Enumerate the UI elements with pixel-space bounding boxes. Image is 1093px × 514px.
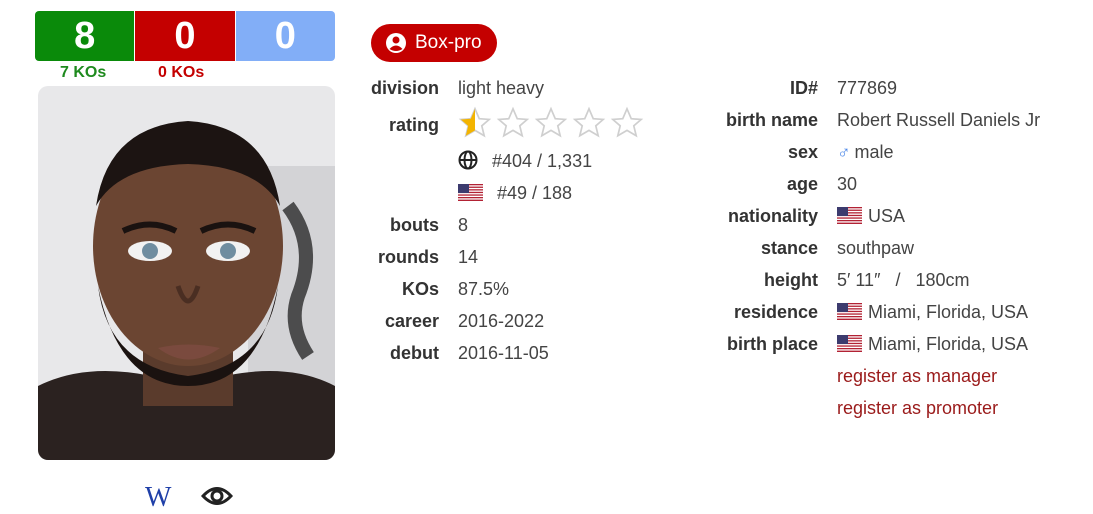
win-kos: 7 KOs: [60, 64, 107, 81]
losses-count: 0: [134, 11, 235, 61]
register-manager-link[interactable]: register as manager: [837, 365, 997, 387]
birth-place-label: birth place: [726, 334, 818, 354]
rounds-value: 14: [458, 247, 479, 267]
country-rank-value: #49 / 188: [497, 183, 573, 203]
age-value: 30: [837, 174, 858, 194]
birth-place-value: Miami, Florida, USA: [837, 333, 1028, 355]
user-circle-icon: [386, 33, 406, 53]
rounds-label: rounds: [378, 247, 439, 267]
residence-value: Miami, Florida, USA: [837, 301, 1028, 323]
career-value: 2016-2022: [458, 311, 545, 331]
height-value: 5′ 11″ / 180cm: [837, 270, 970, 290]
kos-label: KOs: [401, 279, 439, 299]
star-icon: [496, 106, 530, 138]
star-icon: [610, 106, 644, 138]
division-value: light heavy: [458, 78, 545, 98]
residence-text: Miami, Florida, USA: [868, 302, 1029, 322]
bouts-value: 8: [458, 215, 469, 235]
sex-text: male: [854, 142, 894, 162]
debut-value[interactable]: 2016-11-05: [458, 342, 549, 364]
boxer-photo: [38, 86, 335, 460]
badge-label: Box-pro: [415, 32, 482, 53]
us-flag-icon: [458, 184, 483, 201]
birth-place-text: Miami, Florida, USA: [868, 334, 1029, 354]
country-rank[interactable]: #49 / 188: [458, 182, 572, 204]
residence-label: residence: [733, 302, 818, 322]
nationality-text: USA: [868, 206, 906, 226]
eye-icon[interactable]: [201, 485, 234, 512]
male-icon: ♂: [837, 142, 851, 162]
globe-icon: [458, 150, 478, 170]
world-rank-value: #404 / 1,331: [492, 151, 593, 171]
us-flag-icon: [837, 303, 862, 320]
rating-stars: [458, 106, 644, 140]
fight-record: 8 0 0: [35, 11, 335, 61]
star-icon: [458, 106, 492, 138]
career-label: career: [384, 311, 439, 331]
profile-links: W: [145, 482, 234, 514]
height-label: height: [764, 270, 818, 290]
star-icon: [534, 106, 568, 138]
division-label: division: [370, 78, 439, 98]
loss-kos: 0 KOs: [158, 64, 205, 81]
rating-label: rating: [388, 115, 439, 135]
draws-count: 0: [234, 11, 335, 61]
id-value: 777869: [837, 78, 898, 98]
nationality-value: USA: [837, 205, 905, 227]
birth-name-value: Robert Russell Daniels Jr: [837, 110, 1041, 130]
boxpro-badge[interactable]: Box-pro: [371, 24, 497, 62]
sex-label: sex: [787, 142, 818, 162]
stance-label: stance: [760, 238, 818, 258]
birth-name-label: birth name: [725, 110, 818, 130]
star-icon: [572, 106, 606, 138]
kos-value: 87.5%: [458, 279, 510, 299]
wins-count: 8: [35, 11, 135, 61]
bouts-label: bouts: [390, 215, 439, 235]
debut-label: debut: [390, 343, 439, 363]
sex-value: ♂ male: [837, 141, 894, 163]
stance-value: southpaw: [837, 238, 915, 258]
world-rank[interactable]: #404 / 1,331: [458, 150, 592, 172]
us-flag-icon: [837, 207, 862, 224]
age-label: age: [786, 174, 818, 194]
wikipedia-icon[interactable]: W: [145, 482, 171, 514]
us-flag-icon: [837, 335, 862, 352]
register-promoter-link[interactable]: register as promoter: [837, 397, 998, 419]
id-label: ID#: [789, 78, 818, 98]
nationality-label: nationality: [727, 206, 818, 226]
